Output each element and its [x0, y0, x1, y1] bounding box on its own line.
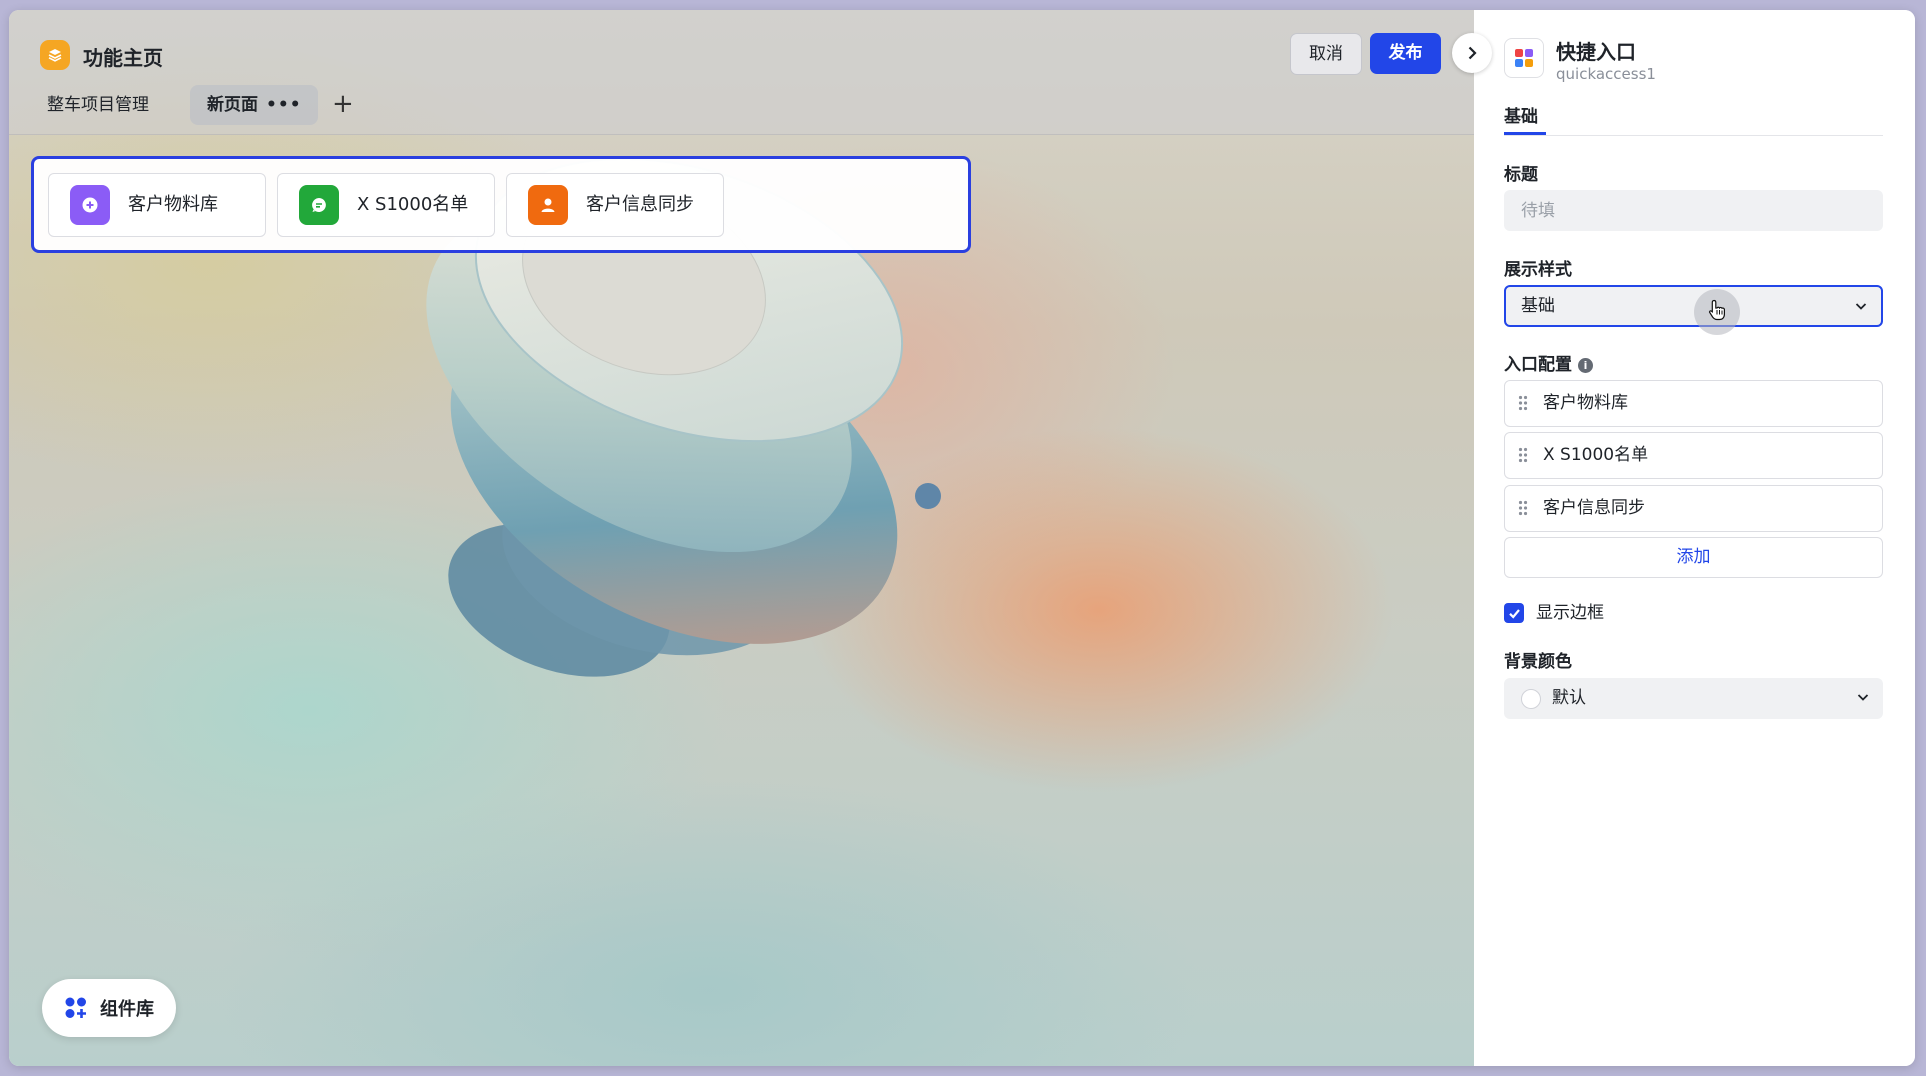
tab-label: 新页面: [207, 95, 258, 115]
add-entry-button[interactable]: 添加: [1504, 537, 1883, 578]
app-title: 功能主页: [83, 46, 163, 70]
component-id: quickaccess1: [1556, 65, 1656, 83]
display-style-value: 基础: [1521, 296, 1555, 316]
entry-item-label: X S1000名单: [1543, 445, 1649, 465]
quick-access-label: X S1000名单: [357, 194, 469, 215]
tab-label: 整车项目管理: [47, 95, 149, 115]
entry-item-label: 客户信息同步: [1543, 498, 1645, 518]
entry-item[interactable]: 客户物料库: [1504, 380, 1883, 427]
display-style-label: 展示样式: [1504, 260, 1572, 280]
drag-handle-icon[interactable]: [1518, 447, 1528, 463]
components-icon: [65, 997, 86, 1018]
component-library-label: 组件库: [100, 999, 154, 1020]
collapse-panel-button[interactable]: [1452, 33, 1492, 73]
chevron-down-icon: [1855, 303, 1867, 310]
more-icon[interactable]: •••: [266, 95, 302, 115]
drag-handle-icon[interactable]: [1518, 395, 1528, 411]
checkmark-icon: [1508, 608, 1520, 619]
tab-vehicle-project[interactable]: 整车项目管理: [47, 85, 149, 125]
component-library-button[interactable]: 组件库: [42, 979, 176, 1037]
plus-circle-icon: [70, 185, 110, 225]
page-canvas[interactable]: 功能主页 整车项目管理 新页面 ••• + 取消 发布 客户物料库 X S100…: [9, 10, 1474, 1066]
person-icon: [528, 185, 568, 225]
title-input[interactable]: [1504, 190, 1883, 231]
tab-new-page[interactable]: 新页面 •••: [190, 85, 318, 125]
component-title: 快捷入口: [1556, 40, 1636, 64]
chat-icon: [299, 185, 339, 225]
drag-handle-icon[interactable]: [1518, 500, 1528, 516]
properties-panel: 快捷入口 quickaccess1 基础 标题 展示样式 基础 入口配置 i: [1474, 10, 1915, 1066]
color-swatch: [1521, 689, 1541, 709]
tab-basic[interactable]: 基础: [1504, 102, 1538, 127]
tab-divider: [1504, 135, 1883, 136]
top-bar: 功能主页 整车项目管理 新页面 ••• + 取消 发布: [9, 10, 1474, 135]
hand-cursor-icon: [1709, 299, 1725, 321]
entry-item[interactable]: X S1000名单: [1504, 432, 1883, 479]
show-border-checkbox[interactable]: [1504, 603, 1524, 623]
bg-color-value: 默认: [1552, 688, 1586, 708]
display-style-select[interactable]: 基础: [1504, 285, 1883, 335]
title-field-label: 标题: [1504, 165, 1538, 185]
show-border-label: 显示边框: [1536, 603, 1604, 623]
chevron-down-icon: [1857, 694, 1869, 701]
quick-access-item[interactable]: 客户信息同步: [506, 173, 724, 237]
quick-access-label: 客户信息同步: [586, 194, 694, 215]
add-tab-button[interactable]: +: [332, 87, 354, 121]
entry-config-text: 入口配置: [1504, 355, 1572, 375]
cancel-button[interactable]: 取消: [1290, 33, 1362, 75]
info-icon[interactable]: i: [1578, 358, 1593, 373]
quick-access-item[interactable]: X S1000名单: [277, 173, 495, 237]
quick-access-label: 客户物料库: [128, 194, 218, 215]
chevron-right-icon: [1468, 46, 1477, 60]
entry-config-label: 入口配置 i: [1504, 350, 1593, 375]
quick-access-widget[interactable]: 客户物料库 X S1000名单 客户信息同步: [31, 156, 971, 253]
active-tab-indicator: [1504, 132, 1546, 135]
publish-button[interactable]: 发布: [1370, 33, 1441, 74]
quick-access-item[interactable]: 客户物料库: [48, 173, 266, 237]
bg-color-select[interactable]: 默认: [1504, 678, 1883, 719]
app-window: 功能主页 整车项目管理 新页面 ••• + 取消 发布 客户物料库 X S100…: [9, 10, 1915, 1066]
bg-color-label: 背景颜色: [1504, 652, 1572, 672]
app-logo-icon: [40, 40, 70, 70]
entry-item-label: 客户物料库: [1543, 393, 1628, 413]
quick-access-component-icon: [1504, 38, 1544, 78]
entry-item[interactable]: 客户信息同步: [1504, 485, 1883, 532]
